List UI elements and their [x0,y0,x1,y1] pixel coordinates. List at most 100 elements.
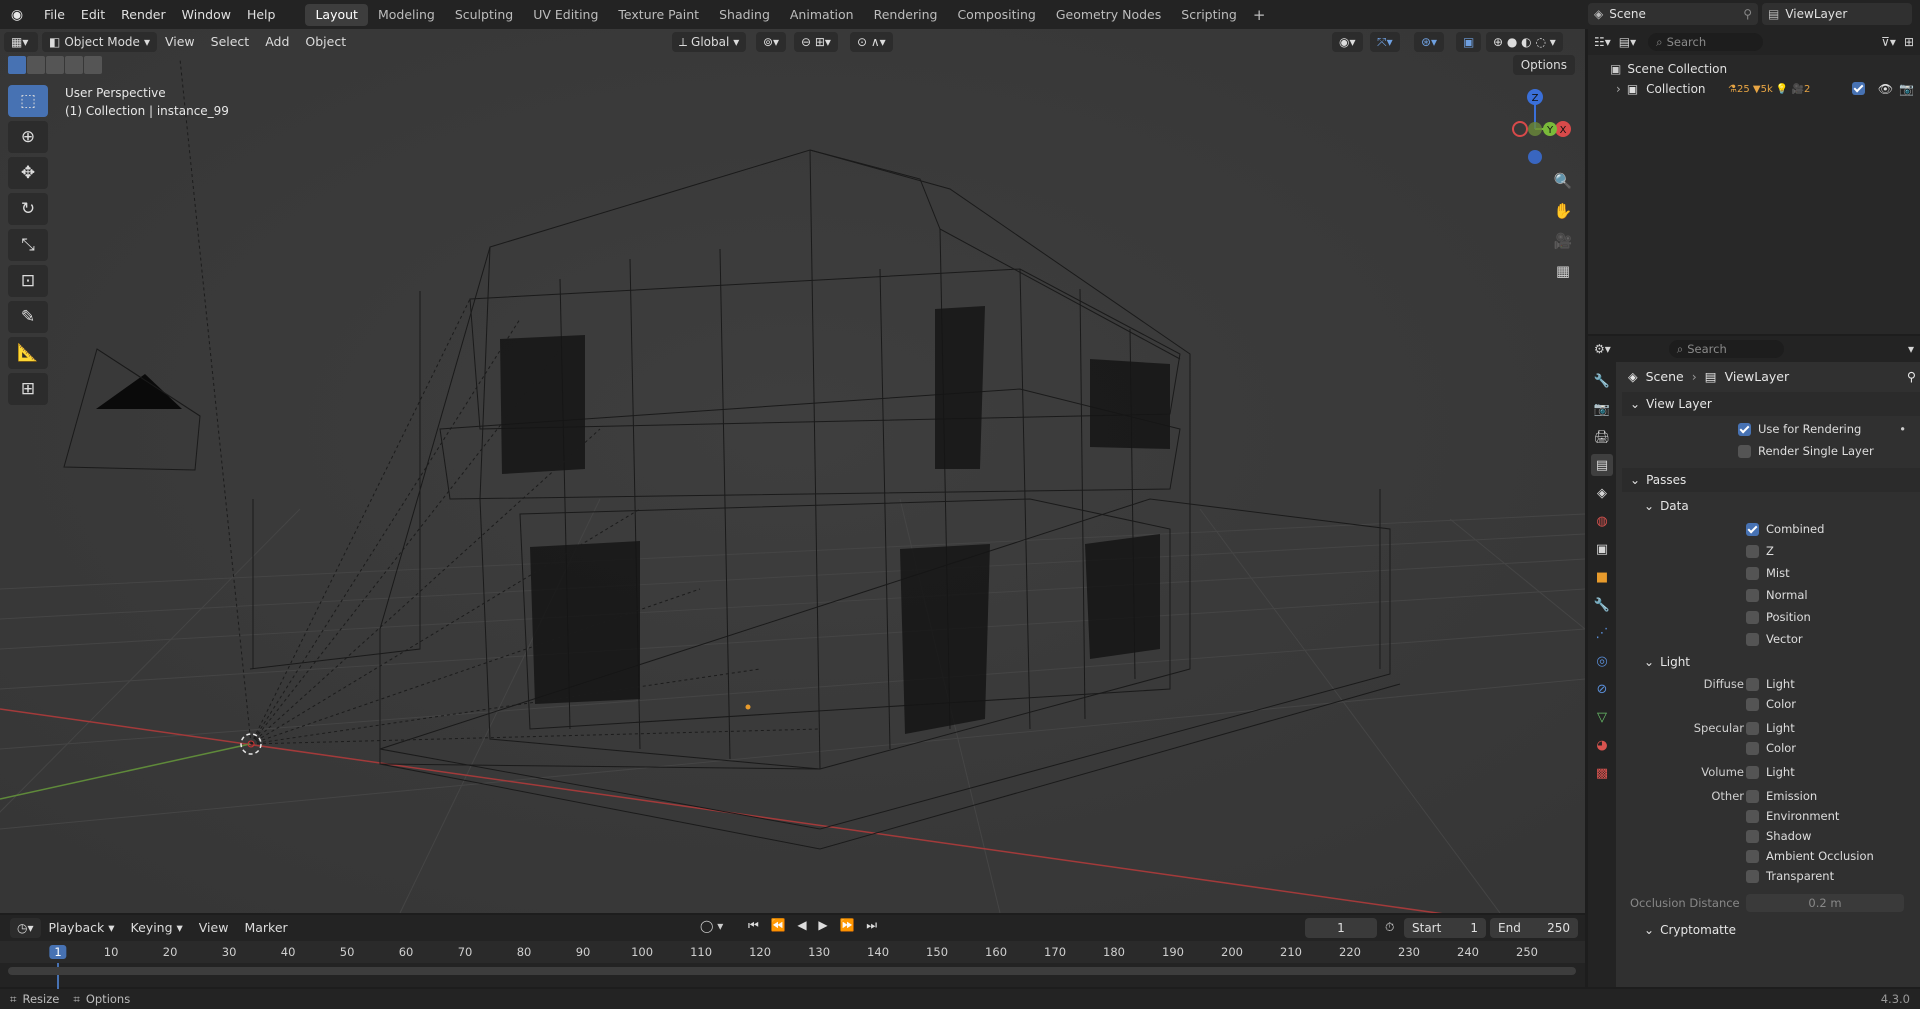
pin-icon[interactable]: ⚲ [1907,369,1916,384]
add-workspace-icon[interactable]: + [1247,6,1272,24]
physics-tab-icon[interactable]: ◎ [1591,650,1613,672]
diffuse-color-row[interactable]: Color [1622,694,1920,714]
menu-keying[interactable]: Keying ▾ [123,918,191,938]
cursor-tool-icon[interactable]: ⊕ [8,121,48,153]
proportional-editing-icon[interactable]: ⊙ ∧▾ [850,32,893,52]
3d-viewport[interactable]: ▦▾ ◧ Object Mode ▾ View Select Add Object… [0,29,1585,913]
current-frame-field[interactable]: 1 [1305,918,1377,938]
diffuse-color-checkbox[interactable] [1746,697,1759,711]
menu-edit[interactable]: Edit [73,4,113,26]
menu-window[interactable]: Window [174,4,239,26]
view-layer-tab-icon[interactable]: ▤ [1591,454,1613,476]
data-pass-row[interactable]: Mist [1622,562,1920,584]
zoom-icon[interactable]: 🔍 [1549,167,1577,195]
emission-checkbox[interactable] [1746,789,1759,803]
passes-panel-header[interactable]: ⌄ Passes [1622,468,1920,492]
menu-view[interactable]: View [157,32,203,52]
xray-toggle-icon[interactable]: ▣ [1456,32,1482,52]
occlusion-distance-field[interactable]: 0.2 m [1746,894,1904,912]
select-intersect-icon[interactable] [84,56,102,74]
light-subpanel-header[interactable]: ⌄ Light [1622,650,1920,674]
use-for-rendering-row[interactable]: Use for Rendering • [1622,418,1920,440]
menu-render[interactable]: Render [113,4,174,26]
data-subpanel-header[interactable]: ⌄ Data [1622,494,1920,518]
data-pass-row[interactable]: Normal [1622,584,1920,606]
outliner-search-input[interactable]: ⌕ Search [1648,33,1764,51]
render-camera-icon[interactable]: 📷 [1899,82,1914,96]
specular-color-row[interactable]: Color [1622,738,1920,758]
overlays-toggle-icon[interactable]: ⊛▾ [1414,32,1445,52]
display-mode-icon[interactable]: ▤▾ [1619,35,1636,49]
object-tab-icon[interactable]: ■ [1591,566,1613,588]
particles-tab-icon[interactable]: ⋰ [1591,622,1613,644]
specular-color-checkbox[interactable] [1746,741,1759,755]
render-single-layer-row[interactable]: Render Single Layer [1622,440,1920,462]
volume-light-row[interactable]: Volume Light [1622,762,1920,782]
select-invert-icon[interactable] [65,56,83,74]
tab-layout[interactable]: Layout [305,3,368,26]
keyframe-dot-icon[interactable]: • [1899,422,1906,436]
playback-controls[interactable]: ⏮ ⏪ ◀ ▶ ⏩ ⏭ [748,918,881,933]
selection-mode-buttons[interactable] [8,56,102,74]
ortho-grid-icon[interactable]: ▦ [1549,257,1577,285]
transform-orientation-selector[interactable]: ⟂ Global ▾ [672,32,747,52]
volume-light-checkbox[interactable] [1746,765,1759,779]
select-new-icon[interactable] [8,56,26,74]
ambient-occlusion-checkbox[interactable] [1746,849,1759,863]
data-pass-row[interactable]: Vector [1622,628,1920,650]
material-tab-icon[interactable]: ◕ [1591,734,1613,756]
texture-tab-icon[interactable]: ▩ [1591,762,1613,784]
outliner-editor-icon[interactable]: ☷▾ [1594,35,1611,49]
tab-animation[interactable]: Animation [780,4,864,26]
data-pass-checkbox[interactable] [1746,544,1759,558]
annotate-tool-icon[interactable]: ✎ [8,301,48,333]
environment-checkbox[interactable] [1746,809,1759,823]
collection-row[interactable]: › ▣ Collection ⚗25 ▼5k 💡 🎥2 👁 📷 [1588,79,1920,99]
diffuse-light-row[interactable]: Diffuse Light [1622,674,1920,694]
menu-file[interactable]: File [36,4,73,26]
data-pass-checkbox[interactable] [1746,610,1759,624]
tab-compositing[interactable]: Compositing [947,4,1045,26]
pin-icon[interactable]: ⚲ [1743,7,1752,21]
render-tab-icon[interactable]: 📷 [1591,398,1613,420]
camera-view-icon[interactable]: 🎥 [1549,227,1577,255]
data-pass-checkbox[interactable] [1746,632,1759,646]
data-pass-row[interactable]: Combined [1622,518,1920,540]
data-pass-checkbox[interactable] [1746,566,1759,580]
shading-mode-icons[interactable]: ⊕ ● ◐ ◌ ▾ [1486,32,1563,52]
select-box-icon[interactable]: ⬚ [8,85,48,117]
transparent-checkbox[interactable] [1746,869,1759,883]
playhead[interactable]: 1 [49,945,67,959]
data-pass-row[interactable]: Z [1622,540,1920,562]
scale-tool-icon[interactable]: ⤡ [8,229,48,261]
start-frame-field[interactable]: Start 1 [1404,918,1486,938]
view-layer-panel-header[interactable]: ⌄ View Layer [1622,392,1920,416]
data-pass-checkbox[interactable] [1746,522,1759,536]
cryptomatte-subpanel-header[interactable]: ⌄ Cryptomatte [1622,918,1920,942]
new-collection-icon[interactable]: ⊞ [1904,35,1914,49]
diffuse-light-checkbox[interactable] [1746,677,1759,691]
specular-light-row[interactable]: Specular Light [1622,718,1920,738]
menu-add[interactable]: Add [257,32,297,52]
tab-sculpting[interactable]: Sculpting [445,4,523,26]
scene-collection-row[interactable]: ▣ Scene Collection [1588,59,1920,79]
menu-timeline-view[interactable]: View [191,918,237,938]
gizmo-toggle-icon[interactable]: ⤧▾ [1370,32,1400,52]
blender-logo-icon[interactable]: ◉ [6,5,28,25]
exclude-checkbox[interactable] [1851,82,1865,95]
menu-playback[interactable]: Playback ▾ [41,918,123,938]
tab-texture-paint[interactable]: Texture Paint [608,4,709,26]
output-tab-icon[interactable]: 🖨 [1591,426,1613,448]
tab-geometry-nodes[interactable]: Geometry Nodes [1046,4,1171,26]
transform-tool-icon[interactable]: ⊡ [8,265,48,297]
data-tab-icon[interactable]: ▽ [1591,706,1613,728]
modifier-tab-icon[interactable]: 🔧 [1591,594,1613,616]
specular-light-checkbox[interactable] [1746,721,1759,735]
select-extend-icon[interactable] [27,56,45,74]
snap-icon[interactable]: ⊖ ⊞▾ [794,32,838,52]
other-emission-row[interactable]: Other Emission [1622,786,1920,806]
properties-options-icon[interactable]: ▾ [1908,342,1914,356]
tab-scripting[interactable]: Scripting [1171,4,1247,26]
ambient-occlusion-row[interactable]: Ambient Occlusion [1622,846,1920,866]
data-pass-checkbox[interactable] [1746,588,1759,602]
